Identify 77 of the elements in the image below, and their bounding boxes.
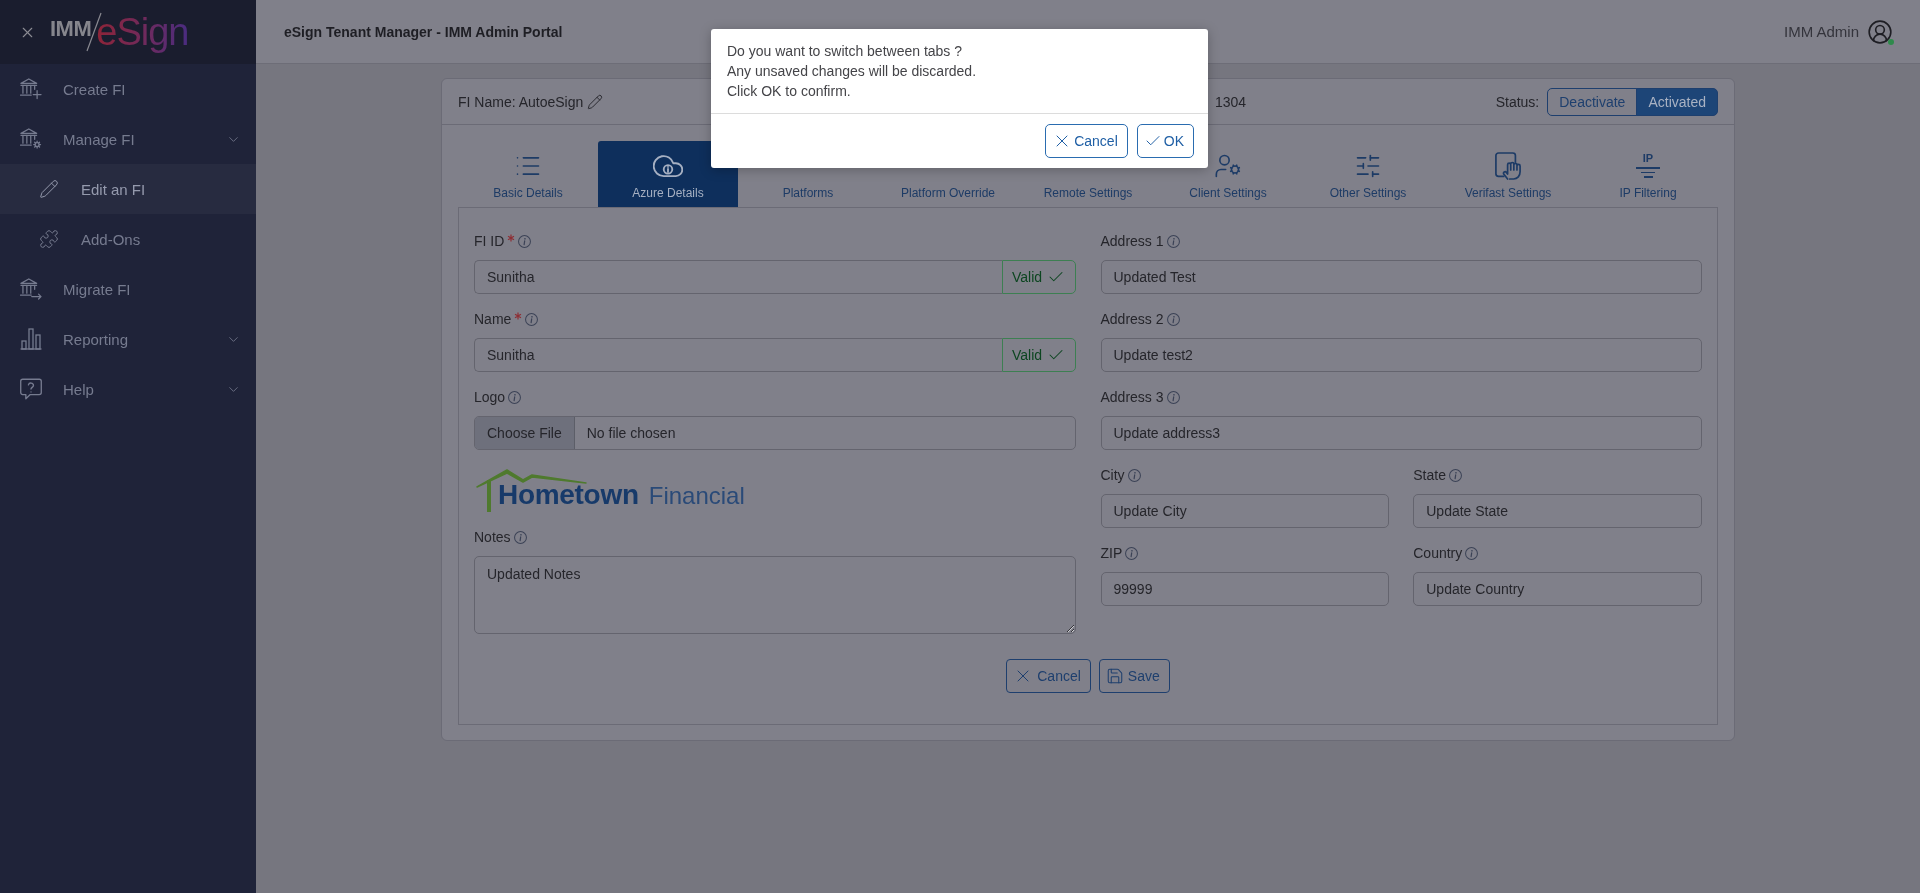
nav-subitem[interactable]: Edit an FI (0, 164, 256, 214)
tablet-hand-icon (1495, 152, 1521, 180)
status-option-button[interactable]: Activated (1636, 87, 1718, 116)
status-label: Status: (1495, 93, 1540, 110)
page-title: eSign Tenant Manager - IMM Admin Portal (284, 23, 564, 40)
choose-file-button[interactable]: Choose File (475, 417, 575, 449)
pencil-icon[interactable] (587, 93, 604, 110)
info-icon (1448, 468, 1462, 482)
field-label: City (1100, 467, 1125, 483)
user-gear-icon (1214, 152, 1242, 180)
text-input[interactable]: Update City (1100, 494, 1390, 528)
info-icon (513, 530, 527, 544)
puzzle-icon (39, 229, 59, 249)
field-label: Address 3 (1100, 389, 1164, 405)
tab[interactable]: Verifast Settings (1438, 141, 1578, 207)
field-label: State (1413, 467, 1446, 483)
dialog-message: Click OK to confirm. (727, 82, 852, 101)
tab[interactable]: Azure Details (598, 141, 738, 207)
text-input[interactable]: Updated Test (1100, 260, 1702, 294)
text-input[interactable]: Update State (1413, 494, 1702, 528)
info-icon (518, 234, 532, 248)
help-icon (20, 378, 42, 400)
company-logo: Hometown Financial (474, 466, 744, 512)
file-input[interactable]: Choose File No file chosen (474, 416, 1076, 450)
text-input[interactable]: 99999 (1100, 572, 1390, 606)
bank-arrow-icon (20, 278, 42, 300)
bar-chart-icon (20, 328, 42, 350)
info-icon (525, 312, 539, 326)
field-label: FI ID (474, 233, 505, 249)
tab[interactable]: Other Settings (1298, 141, 1438, 207)
text-input[interactable]: Sunitha (474, 260, 1002, 294)
nav-item[interactable]: Reporting (0, 314, 256, 364)
tab[interactable]: IP IP Filtering (1578, 141, 1718, 207)
validation-text: Valid (1011, 269, 1043, 285)
pencil-icon (39, 179, 59, 199)
notes-textarea[interactable]: Updated Notes (474, 556, 1076, 634)
fi-name-text: FI Name: AutoeSign (458, 93, 584, 110)
field-label: Address 2 (1100, 311, 1164, 327)
info-icon (1166, 312, 1180, 326)
dialog-message: Do you want to switch between tabs ? (727, 42, 964, 61)
info-icon (1465, 546, 1479, 560)
user-name: IMM Admin (1784, 23, 1859, 40)
cloud-info-icon (653, 154, 683, 178)
file-name-text: No file chosen (585, 425, 676, 441)
text-input[interactable]: Update test2 (1100, 338, 1702, 372)
nav-item[interactable]: Migrate FI (0, 264, 256, 314)
sliders-icon (1354, 152, 1382, 180)
info-icon (508, 390, 522, 404)
info-icon (1166, 234, 1180, 248)
info-icon (1125, 546, 1139, 560)
nav-subitem[interactable]: Add-Ons (0, 214, 256, 264)
text-input[interactable]: Update Country (1413, 572, 1702, 606)
ok-button[interactable]: OK (1136, 124, 1194, 158)
field-label: Name (474, 311, 512, 327)
save-icon (1105, 667, 1124, 685)
field-label: Address 1 (1100, 233, 1164, 249)
user-avatar-icon[interactable] (1867, 18, 1893, 45)
field-label: Country (1413, 545, 1463, 561)
text-input[interactable]: Update address3 (1100, 416, 1702, 450)
text-input[interactable]: Sunitha (474, 338, 1002, 372)
bank-plus-icon (20, 78, 42, 100)
nav-item[interactable]: Manage FI (0, 114, 256, 164)
validation-text: Valid (1011, 347, 1043, 363)
field-label: Notes (474, 529, 511, 545)
cancel-button[interactable]: Cancel (1006, 659, 1091, 693)
tab[interactable]: Basic Details (458, 141, 598, 207)
cancel-button[interactable]: Cancel (1045, 124, 1128, 158)
field-label: Logo (474, 389, 506, 405)
fi-number-text: 1304 (1215, 93, 1247, 110)
nav-item[interactable]: Help (0, 364, 256, 414)
dialog-message: Any unsaved changes will be discarded. (727, 62, 978, 81)
info-icon (1127, 468, 1141, 482)
info-icon (1166, 390, 1180, 404)
field-label: ZIP (1100, 545, 1123, 561)
nav-item[interactable]: Create FI (0, 64, 256, 114)
bank-gear-icon (20, 128, 42, 150)
save-button[interactable]: Save (1098, 659, 1170, 693)
